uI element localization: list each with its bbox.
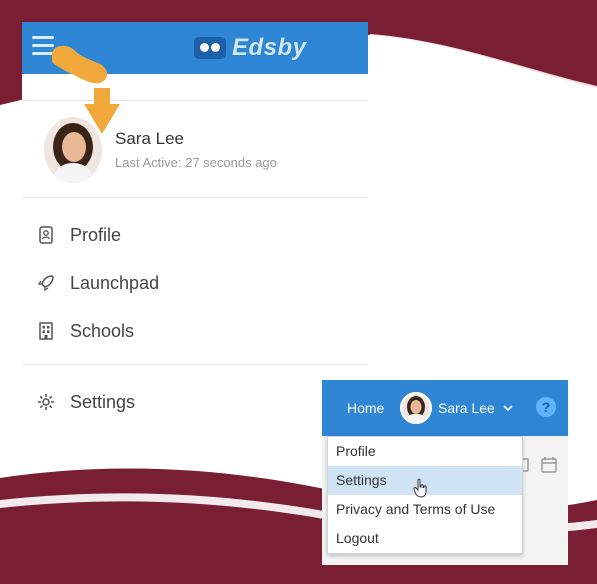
menu-item-settings[interactable]: Settings <box>22 382 368 422</box>
logo-text: Edsby <box>232 34 307 61</box>
profile-icon <box>39 226 53 244</box>
menu-divider <box>22 364 368 365</box>
menu-item-profile[interactable]: Profile <box>22 215 368 255</box>
dropdown-item-logout[interactable]: Logout <box>328 524 522 553</box>
menu-item-launchpad[interactable]: Launchpad <box>22 263 368 303</box>
school-icon <box>39 322 53 340</box>
menu-item-label: Launchpad <box>70 272 160 293</box>
dropdown-item-profile[interactable]: Profile <box>328 437 522 466</box>
rocket-icon <box>37 275 54 292</box>
dropdown-item-privacy[interactable]: Privacy and Terms of Use <box>328 495 522 524</box>
logo-eyes-icon <box>194 37 226 59</box>
gear-icon <box>38 394 54 410</box>
last-active-status: Last Active: 27 seconds ago <box>115 155 277 170</box>
user-menu-toggle[interactable]: Sara Lee <box>400 392 513 424</box>
desktop-header: Home Sara Lee ? <box>322 380 568 436</box>
user-dropdown-menu: Profile Settings Privacy and Terms of Us… <box>327 436 523 554</box>
menu-item-schools[interactable]: Schools <box>22 311 368 351</box>
user-name: Sara Lee <box>438 400 495 416</box>
menu-item-label: Profile <box>70 224 122 245</box>
desktop-user-menu: Home Sara Lee ? Profile Settings Privacy <box>322 380 568 565</box>
edsby-logo: Edsby <box>194 34 307 62</box>
chevron-down-icon <box>503 405 513 412</box>
help-button[interactable]: ? <box>536 397 556 417</box>
pointer-annotation-icon <box>52 45 120 134</box>
menu-item-label: Schools <box>70 320 135 341</box>
avatar <box>400 392 432 424</box>
menu-item-label: Settings <box>70 391 136 412</box>
home-link[interactable]: Home <box>347 400 384 416</box>
hand-cursor-icon <box>413 478 427 498</box>
